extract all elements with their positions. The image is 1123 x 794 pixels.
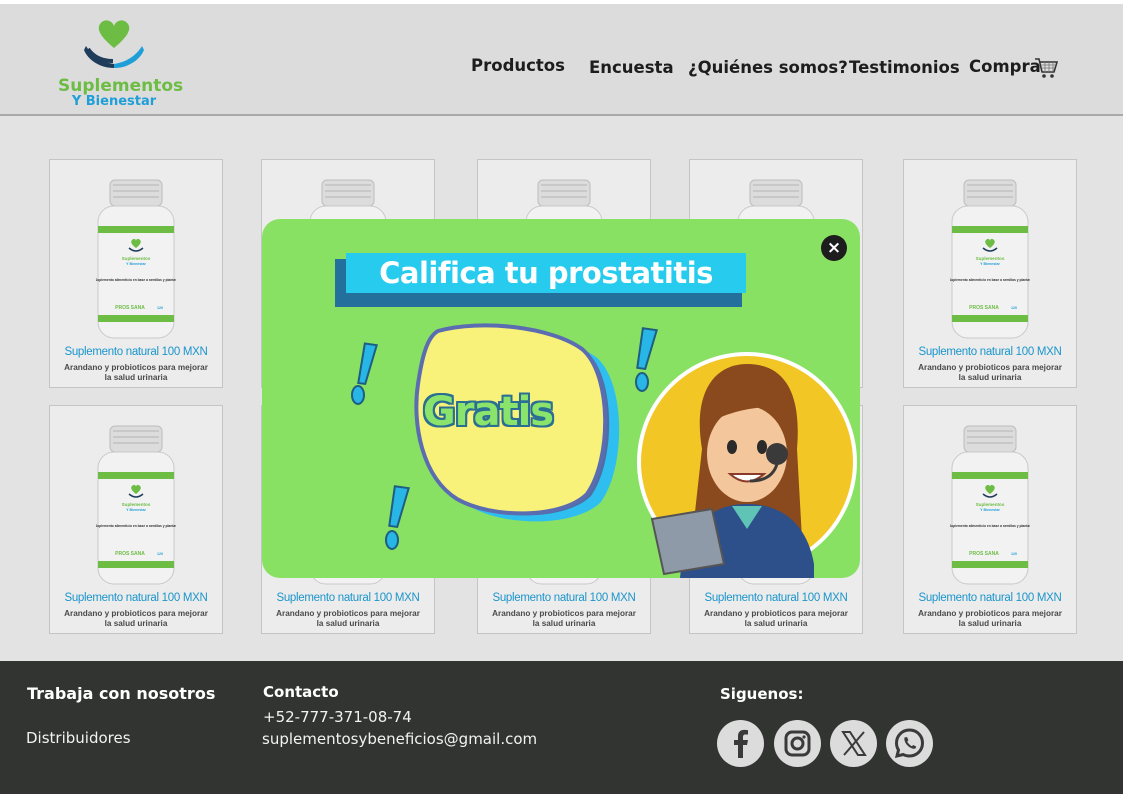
product-card[interactable]: Suplementos Y Bienestar Suplemento alime… xyxy=(49,159,223,388)
bottle-label-name: PROS SANA xyxy=(969,551,999,557)
bottle-label-name: PROS SANA xyxy=(115,305,145,311)
supplement-bottle-image: Suplementos Y Bienestar Suplemento alime… xyxy=(96,179,176,339)
bottle-label-brand2: Y Bienestar xyxy=(980,262,1000,266)
product-description: Arandano y probioticos para mejorar la s… xyxy=(64,609,208,628)
bottle-label-brand2: Y Bienestar xyxy=(126,262,146,266)
supplement-bottle-image: Suplementos Y Bienestar Suplemento alime… xyxy=(950,179,1030,339)
bottle-label-brand: Suplementos xyxy=(976,256,1005,261)
bottle-label-count: 120 xyxy=(157,306,163,310)
bottle-label-text: Suplemento alimenticio en base a semilla… xyxy=(96,524,176,528)
survey-promo-modal[interactable]: Califica tu prostatitis Gratis × xyxy=(262,219,860,578)
product-description: Arandano y probioticos para mejorar la s… xyxy=(918,609,1062,628)
nav-quienes-somos[interactable]: ¿Quiénes somos? xyxy=(688,58,848,77)
product-card[interactable]: Suplementos Y Bienestar Suplemento alime… xyxy=(49,405,223,634)
bottle-label-count: 120 xyxy=(1011,306,1017,310)
modal-title: Califica tu prostatitis xyxy=(379,256,713,290)
product-title[interactable]: Suplemento natural 100 MXN xyxy=(50,346,222,358)
exclamation-mark-icon xyxy=(385,485,411,550)
contact-phone: +52-777-371-08-74 xyxy=(263,708,412,726)
free-badge-text: Gratis xyxy=(422,389,554,435)
product-title[interactable]: Suplemento natural 100 MXN xyxy=(262,592,434,604)
contact-heading: Contacto xyxy=(263,683,339,701)
bottle-label-text: Suplemento alimenticio en base a semilla… xyxy=(950,278,1030,282)
bottle-label-brand: Suplementos xyxy=(122,256,151,261)
bottle-label-name: PROS SANA xyxy=(969,305,999,311)
product-description: Arandano y probioticos para mejorar la s… xyxy=(64,363,208,382)
bottle-label-brand: Suplementos xyxy=(976,502,1005,507)
bottle-label-brand2: Y Bienestar xyxy=(980,508,1000,512)
whatsapp-icon[interactable] xyxy=(886,720,933,767)
supplement-bottle-image: Suplementos Y Bienestar Suplemento alime… xyxy=(950,425,1030,585)
close-icon[interactable]: × xyxy=(821,235,847,261)
bottle-label-brand: Suplementos xyxy=(122,502,151,507)
nav-encuesta[interactable]: Encuesta xyxy=(589,58,674,77)
product-title[interactable]: Suplemento natural 100 MXN xyxy=(690,592,862,604)
heart-hands-logo-icon xyxy=(84,20,144,68)
product-card[interactable]: Suplementos Y Bienestar Suplemento alime… xyxy=(903,405,1077,634)
bottle-label-count: 120 xyxy=(1011,552,1017,556)
product-title[interactable]: Suplemento natural 100 MXN xyxy=(904,346,1076,358)
supplement-bottle-image: Suplementos Y Bienestar Suplemento alime… xyxy=(96,425,176,585)
product-title[interactable]: Suplemento natural 100 MXN xyxy=(50,592,222,604)
product-title[interactable]: Suplemento natural 100 MXN xyxy=(904,592,1076,604)
bottle-label-count: 120 xyxy=(157,552,163,556)
product-card[interactable]: Suplementos Y Bienestar Suplemento alime… xyxy=(903,159,1077,388)
product-description: Arandano y probioticos para mejorar la s… xyxy=(918,363,1062,382)
brand-name-line1: Suplementos xyxy=(58,76,184,96)
social-heading: Siguenos: xyxy=(720,685,804,703)
exclamation-mark-icon xyxy=(635,327,659,392)
product-description: Arandano y probioticos para mejorar la s… xyxy=(704,609,848,628)
exclamation-mark-icon xyxy=(351,342,379,405)
contact-email[interactable]: suplementosybeneficios@gmail.com xyxy=(262,730,537,748)
product-title[interactable]: Suplemento natural 100 MXN xyxy=(478,592,650,604)
bottle-label-name: PROS SANA xyxy=(115,551,145,557)
site-footer: Trabaja con nosotros Distribuidores Cont… xyxy=(0,661,1123,794)
distribuidores-link[interactable]: Distribuidores xyxy=(26,729,131,747)
bottle-label-text: Suplemento alimenticio en base a semilla… xyxy=(96,278,176,282)
nav-compra[interactable]: Compra xyxy=(969,57,1041,76)
brand-logo[interactable]: Suplementos Y Bienestar xyxy=(58,16,184,111)
bottle-label-brand2: Y Bienestar xyxy=(126,508,146,512)
product-description: Arandano y probioticos para mejorar la s… xyxy=(492,609,636,628)
product-description: Arandano y probioticos para mejorar la s… xyxy=(276,609,420,628)
instagram-icon[interactable] xyxy=(774,720,821,767)
facebook-icon[interactable] xyxy=(717,720,764,767)
site-header: Suplementos Y Bienestar Productos Encues… xyxy=(0,4,1123,116)
nav-productos[interactable]: Productos xyxy=(471,56,565,75)
brand-name-line2: Y Bienestar xyxy=(71,94,157,109)
nav-testimonios[interactable]: Testimonios xyxy=(849,58,960,77)
x-icon[interactable] xyxy=(830,720,877,767)
page: Suplementos Y Bienestar Productos Encues… xyxy=(0,0,1123,794)
work-heading: Trabaja con nosotros xyxy=(27,684,216,703)
bottle-label-text: Suplemento alimenticio en base a semilla… xyxy=(950,524,1030,528)
cart-icon[interactable] xyxy=(1034,57,1058,79)
